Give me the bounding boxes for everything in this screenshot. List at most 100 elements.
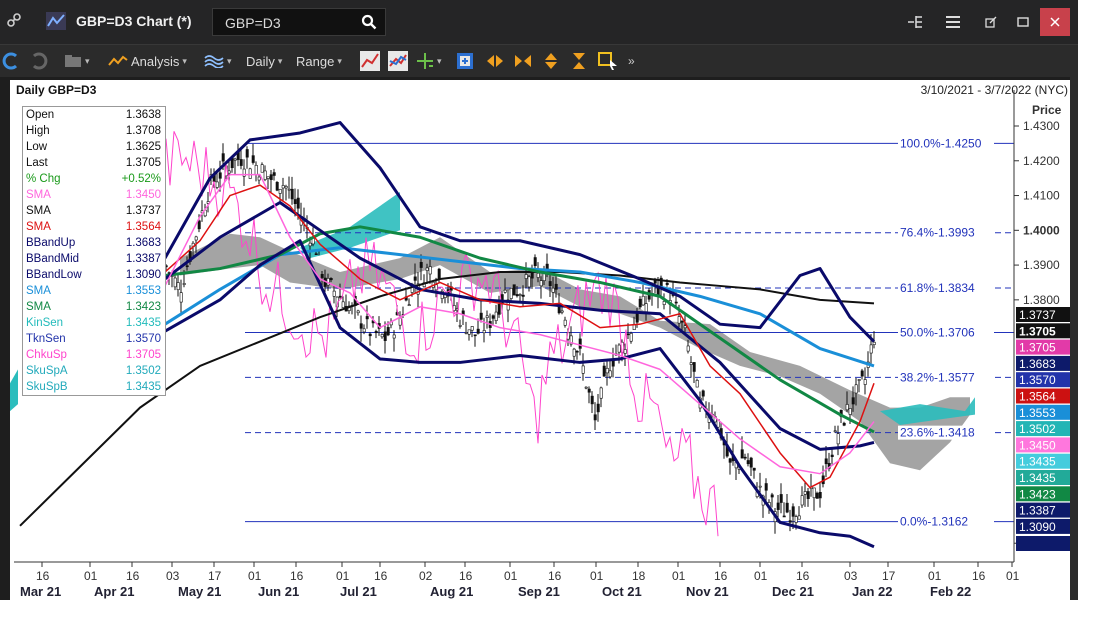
price-tag-label: 1.3683 [1019,357,1056,371]
pan-vertical-icon[interactable] [542,51,560,71]
candle-body [806,491,810,499]
close-icon[interactable] [1040,8,1070,36]
range-dropdown[interactable]: Range ▾ [296,51,342,71]
month-label: Aug 21 [430,584,473,599]
chart-panel[interactable]: Daily GBP=D3 3/10/2021 - 3/7/2022 (NYC) … [10,80,1076,600]
crosshair-icon[interactable]: ▾ [416,51,442,71]
candle-body [578,338,582,349]
compress-vertical-icon[interactable] [570,51,588,71]
candle-body [815,492,819,499]
candle-body [329,278,333,281]
legend-row: Low 1.3625 [23,139,165,155]
candle-body [428,266,432,275]
candle-body [770,494,774,498]
forward-icon[interactable] [30,51,48,71]
candle-body [245,149,249,158]
candle-body [275,181,279,191]
menu-icon[interactable] [938,8,968,36]
candle-body [800,495,804,506]
candle-body [833,430,837,433]
candle-body [383,331,387,341]
legend-row: High 1.3708 [23,123,165,139]
legend-value: 1.3708 [125,125,161,137]
legend-label: % Chg [26,173,61,185]
candle-body [218,172,222,179]
legend-label: TknSen [26,333,66,345]
month-label: Jun 21 [258,584,299,599]
day-label: 16 [796,569,810,583]
price-tick-label: 1.4300 [1023,119,1060,133]
select-pointer-icon[interactable] [598,51,618,71]
price-tick-label: 1.4200 [1023,154,1060,168]
legend-row: SkuSpA 1.3502 [23,363,165,379]
price-tag-label: 1.3564 [1019,390,1056,404]
legend-value: 1.3502 [125,365,161,377]
compare-chart-icon[interactable] [388,51,408,71]
more-tools-icon[interactable]: » [628,51,635,71]
legend-row: BBandLow 1.3090 [23,267,165,283]
legend-label: High [26,125,50,137]
candle-body [215,181,219,188]
candle-body [173,277,177,288]
indicator-line-7 [164,173,875,475]
candle-body [536,272,540,278]
candle-body [641,295,645,306]
title-bar: GBP=D3 Chart (*) [0,0,1078,44]
day-label: 16 [374,569,388,583]
day-label: 03 [166,569,180,583]
candle-body [740,449,744,459]
candle-body [689,362,693,365]
search-icon[interactable] [361,14,377,35]
legend-value: 1.3387 [125,253,161,265]
candle-body [341,301,345,308]
candle-body [824,458,828,465]
price-tick-label: 1.4000 [1023,223,1060,237]
price-tag [1016,536,1072,551]
legend-label: BBandMid [26,253,80,265]
candle-body [251,155,255,163]
day-label: 01 [672,569,686,583]
price-tag-label: 1.3435 [1019,471,1056,485]
ric-input[interactable] [223,14,347,32]
price-chart[interactable]: 100.0%-1.4250 76.4%-1.3993 61.8%-1.3834 50.… [10,80,1076,600]
candle-body [665,282,669,285]
day-label: 17 [882,569,896,583]
back-icon[interactable] [2,51,20,71]
candle-body [503,289,507,293]
candle-body [491,315,495,319]
candle-body [764,483,768,491]
vertical-scrollbar[interactable] [1070,76,1078,600]
candle-body [785,502,789,513]
layout-tree-icon[interactable] [900,8,930,36]
candle-body [632,324,636,331]
candle-body [797,515,801,520]
zoom-box-icon[interactable] [456,51,474,71]
popout-icon[interactable] [976,8,1006,36]
legend-label: SkuSpA [26,365,68,377]
template-folder-icon[interactable]: ▾ [64,51,90,71]
line-chart-icon[interactable] [360,51,380,71]
studies-icon[interactable]: ▾ [204,51,232,71]
candle-body [776,502,780,510]
day-label: 01 [754,569,768,583]
candle-body [629,333,633,342]
candle-body [497,304,501,315]
interval-dropdown[interactable]: Daily ▾ [246,51,282,71]
legend-row: SMA 1.3564 [23,219,165,235]
candle-body [779,494,783,503]
day-label: 16 [459,569,473,583]
candle-body [527,276,531,288]
analysis-menu[interactable]: Analysis ▾ [108,51,187,71]
candle-body [872,341,876,345]
candle-body [356,310,360,314]
fib-label: 100.0%-1.4250 [900,136,982,150]
candle-body [788,520,792,523]
maximize-icon[interactable] [1008,8,1038,36]
pan-horizontal-icon[interactable] [486,51,504,71]
link-icon[interactable] [6,12,26,32]
candle-body [263,170,267,180]
fib-label: 76.4%-1.3993 [900,226,975,240]
compress-horizontal-icon[interactable] [514,51,532,71]
candle-body [254,164,258,175]
ric-search-box[interactable] [212,8,386,36]
